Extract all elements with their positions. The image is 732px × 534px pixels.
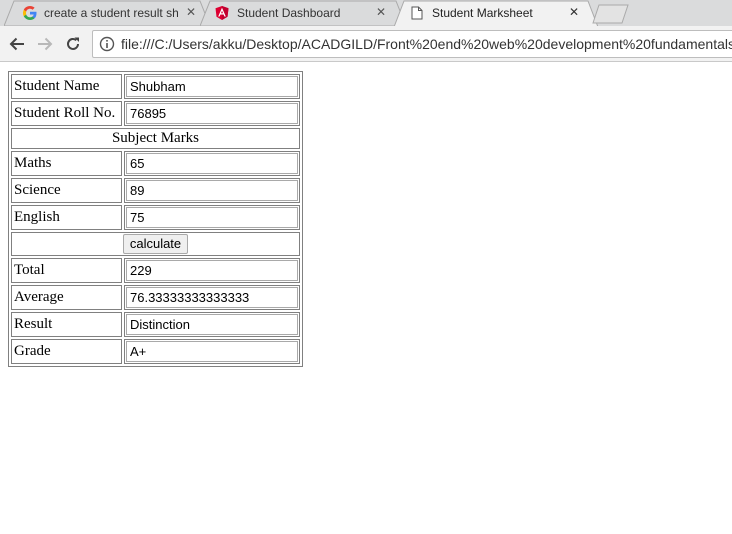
- maths-cell: 65: [124, 151, 300, 176]
- forward-arrow-icon: [38, 37, 53, 51]
- student-name-input[interactable]: Shubham: [126, 76, 298, 97]
- total-input[interactable]: 229: [126, 260, 298, 281]
- calculate-button[interactable]: calculate: [122, 234, 189, 254]
- address-bar[interactable]: file:///C:/Users/akku/Desktop/ACADGILD/F…: [92, 30, 732, 58]
- info-icon[interactable]: [99, 36, 115, 52]
- average-label: Average: [11, 285, 122, 310]
- table-row: calculate: [11, 232, 300, 256]
- back-arrow-icon: [9, 37, 24, 51]
- science-cell: 89: [124, 178, 300, 203]
- tab-close-icon[interactable]: ✕: [569, 5, 579, 19]
- reload-button[interactable]: [64, 35, 82, 53]
- back-button[interactable]: [8, 35, 26, 53]
- subject-marks-header: Subject Marks: [11, 128, 300, 149]
- total-cell: 229: [124, 258, 300, 283]
- page-content: Student Name Shubham Student Roll No. 76…: [0, 63, 732, 534]
- reload-icon: [67, 37, 79, 50]
- table-row: English 75: [11, 205, 300, 230]
- science-input[interactable]: 89: [126, 180, 298, 201]
- average-input[interactable]: 76.33333333333333: [126, 287, 298, 308]
- tab-title: Student Dashboard: [237, 6, 341, 20]
- english-label: English: [11, 205, 122, 230]
- table-row: Total 229: [11, 258, 300, 283]
- tab-student-dashboard[interactable]: Student Dashboard ✕: [200, 0, 406, 26]
- result-cell: Distinction: [124, 312, 300, 337]
- forward-button[interactable]: [36, 35, 54, 53]
- table-row: Grade A+: [11, 339, 300, 364]
- roll-number-input[interactable]: 76895: [126, 103, 298, 124]
- grade-cell: A+: [124, 339, 300, 364]
- url-text: file:///C:/Users/akku/Desktop/ACADGILD/F…: [121, 36, 732, 52]
- tab-student-marksheet[interactable]: Student Marksheet ✕: [394, 0, 598, 26]
- maths-input[interactable]: 65: [126, 153, 298, 174]
- table-row: Average 76.33333333333333: [11, 285, 300, 310]
- result-label: Result: [11, 312, 122, 337]
- tab-close-icon[interactable]: ✕: [186, 5, 196, 19]
- browser-toolbar: file:///C:/Users/akku/Desktop/ACADGILD/F…: [0, 26, 732, 62]
- average-cell: 76.33333333333333: [124, 285, 300, 310]
- table-row: Result Distinction: [11, 312, 300, 337]
- maths-label: Maths: [11, 151, 122, 176]
- table-row: Student Roll No. 76895: [11, 101, 300, 126]
- table-row: Maths 65: [11, 151, 300, 176]
- total-label: Total: [11, 258, 122, 283]
- english-input[interactable]: 75: [126, 207, 298, 228]
- page-icon: [411, 6, 423, 20]
- marksheet-table: Student Name Shubham Student Roll No. 76…: [8, 71, 303, 367]
- result-input[interactable]: Distinction: [126, 314, 298, 335]
- tab-title: create a student result sh: [44, 6, 178, 20]
- grade-input[interactable]: A+: [126, 341, 298, 362]
- student-name-label: Student Name: [11, 74, 122, 99]
- tab-strip: create a student result sh ✕ Student Das…: [0, 0, 732, 26]
- new-tab-button[interactable]: [592, 4, 630, 24]
- roll-number-cell: 76895: [124, 101, 300, 126]
- science-label: Science: [11, 178, 122, 203]
- table-row: Subject Marks: [11, 128, 300, 149]
- angular-icon: [215, 6, 229, 20]
- grade-label: Grade: [11, 339, 122, 364]
- calculate-cell: calculate: [11, 232, 300, 256]
- student-name-cell: Shubham: [124, 74, 300, 99]
- english-cell: 75: [124, 205, 300, 230]
- google-g-icon: [23, 6, 37, 20]
- tab-close-icon[interactable]: ✕: [376, 5, 386, 19]
- tab-google-search[interactable]: create a student result sh ✕: [4, 0, 210, 26]
- table-row: Science 89: [11, 178, 300, 203]
- roll-number-label: Student Roll No.: [11, 101, 122, 126]
- tab-title: Student Marksheet: [432, 6, 533, 20]
- table-row: Student Name Shubham: [11, 74, 300, 99]
